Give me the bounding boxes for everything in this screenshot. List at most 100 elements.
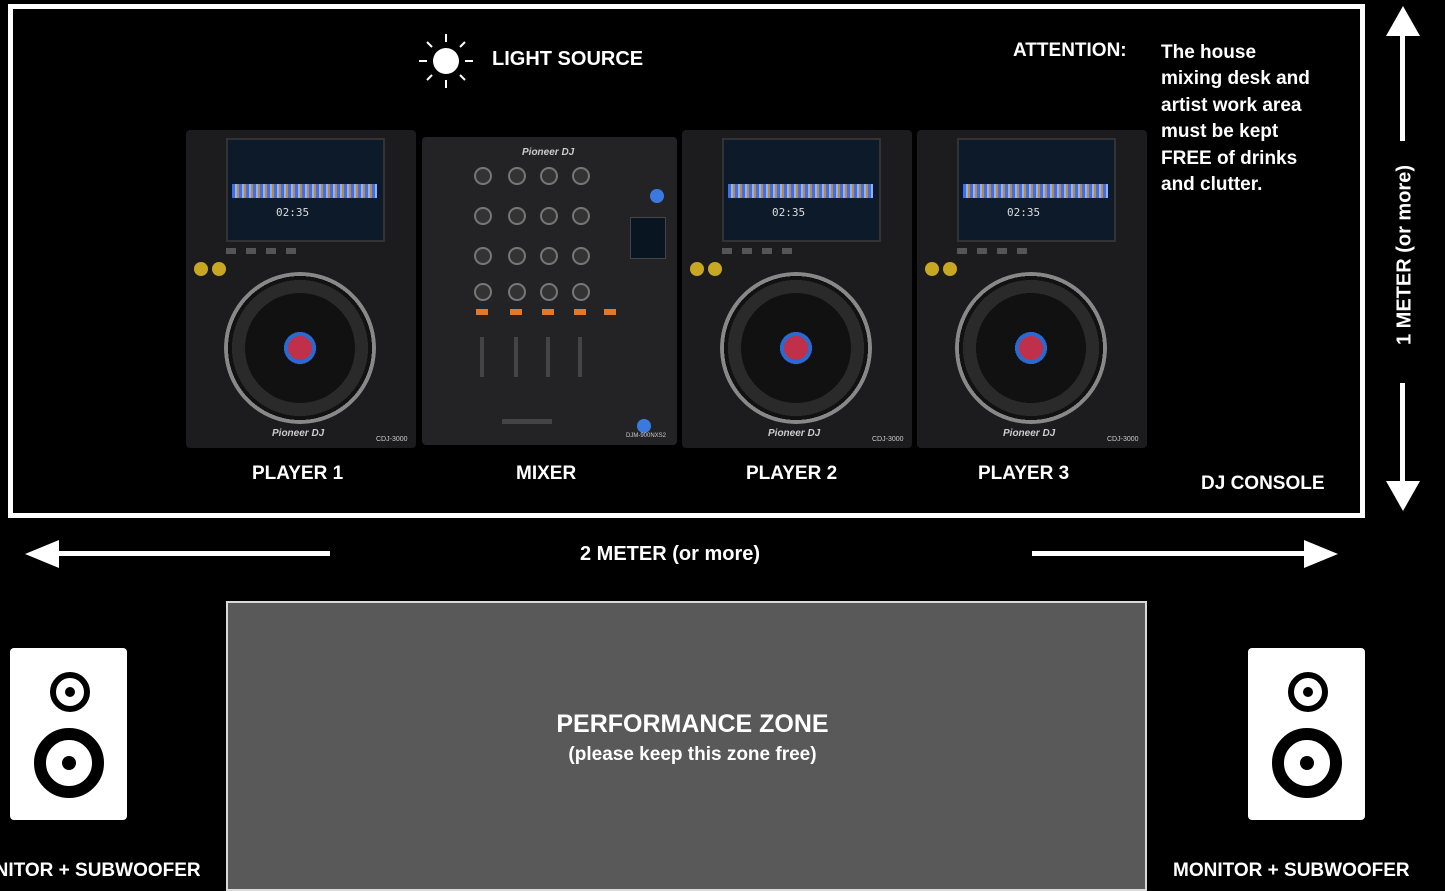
right-speaker-icon (1248, 648, 1365, 820)
attention-line: must be kept (1161, 121, 1279, 143)
mixer-screen (630, 217, 666, 259)
hot-cue-button (1017, 248, 1027, 254)
player-2-device: 02:35 Pioneer DJ CDJ-3000 (682, 130, 912, 448)
sun-icon (419, 34, 473, 88)
model-label: CDJ-3000 (376, 436, 408, 443)
tweeter (50, 672, 90, 712)
left-speaker-icon (10, 648, 127, 820)
knob (572, 283, 590, 301)
woofer (1272, 728, 1342, 798)
attention-line: mixing desk and (1161, 68, 1310, 90)
knob (540, 167, 558, 185)
knob (508, 247, 526, 265)
jog-wheel (955, 272, 1107, 424)
waveform (728, 184, 873, 198)
knob (925, 262, 939, 276)
hot-cue-button (957, 248, 967, 254)
knob (212, 262, 226, 276)
knob (194, 262, 208, 276)
light-source-label: LIGHT SOURCE (492, 48, 644, 70)
right-arrow-icon (1032, 540, 1338, 568)
player-3-label: PLAYER 3 (978, 463, 1070, 484)
brand-logo: Pioneer DJ (1003, 428, 1056, 439)
hot-cue-button (266, 248, 276, 254)
cue-button (542, 309, 554, 315)
player-3-device: 02:35 Pioneer DJ CDJ-3000 (917, 130, 1147, 448)
knob (508, 167, 526, 185)
knob (540, 247, 558, 265)
attention-note: The house mixing desk and artist work ar… (1161, 40, 1310, 198)
attention-line: and clutter. (1161, 174, 1263, 196)
performance-zone-subtitle: (please keep this zone free) (568, 744, 817, 765)
player-1-device: 02:35 Pioneer DJ CDJ-3000 (186, 130, 416, 448)
player-1-label: PLAYER 1 (252, 463, 344, 484)
knob (474, 167, 492, 185)
player-screen: 02:35 (226, 138, 385, 242)
attention-heading: ATTENTION: (1013, 40, 1127, 61)
knob (474, 207, 492, 225)
model-label: CDJ-3000 (1107, 436, 1139, 443)
hot-cue-button (977, 248, 987, 254)
mixer-label: MIXER (516, 463, 577, 484)
knob (637, 419, 651, 433)
player-screen: 02:35 (957, 138, 1116, 242)
attention-line: The house (1161, 42, 1257, 63)
player-screen: 02:35 (722, 138, 881, 242)
time-display: 02:35 (772, 206, 806, 219)
brand-logo: Pioneer DJ (522, 147, 575, 158)
woofer (34, 728, 104, 798)
knob (474, 283, 492, 301)
hot-cue-button (742, 248, 752, 254)
hot-cue-button (762, 248, 772, 254)
model-label: DJM-900NXS2 (626, 433, 667, 439)
cue-button (604, 309, 616, 315)
channel-fader (514, 337, 518, 377)
hot-cue-button (246, 248, 256, 254)
cue-button (574, 309, 586, 315)
time-display: 02:35 (1007, 206, 1041, 219)
waveform (232, 184, 377, 198)
hot-cue-button (286, 248, 296, 254)
model-label: CDJ-3000 (872, 436, 904, 443)
channel-fader (578, 337, 582, 377)
tweeter (1288, 672, 1328, 712)
knob (650, 189, 664, 203)
time-display: 02:35 (276, 206, 310, 219)
knob (943, 262, 957, 276)
knob (474, 247, 492, 265)
brand-logo: Pioneer DJ (272, 428, 325, 439)
knob (572, 247, 590, 265)
performance-zone-title: PERFORMANCE ZONE (556, 710, 829, 738)
dj-console-label: DJ CONSOLE (1201, 473, 1325, 494)
waveform (963, 184, 1108, 198)
hot-cue-button (997, 248, 1007, 254)
channel-fader (480, 337, 484, 377)
channel-fader (546, 337, 550, 377)
right-monitor-label: MONITOR + SUBWOOFER (1173, 860, 1410, 881)
knob (508, 283, 526, 301)
knob (708, 262, 722, 276)
mixer-device: Pioneer DJ DJM-900NXS2 (422, 137, 677, 445)
horizontal-dimension-label: 2 METER (or more) (580, 543, 761, 565)
hot-cue-button (722, 248, 732, 254)
crossfader (502, 419, 552, 424)
jog-wheel (224, 272, 376, 424)
vertical-dimension-label: 1 METER (or more) (1393, 164, 1416, 346)
cue-button (476, 309, 488, 315)
knob (508, 207, 526, 225)
knob (690, 262, 704, 276)
left-monitor-label: MONITOR + SUBWOOFER (0, 860, 201, 881)
knob (572, 207, 590, 225)
jog-wheel (720, 272, 872, 424)
left-arrow-icon (25, 540, 330, 568)
hot-cue-button (782, 248, 792, 254)
cue-button (510, 309, 522, 315)
attention-line: FREE of drinks (1161, 147, 1298, 169)
knob (540, 283, 558, 301)
attention-line: artist work area (1161, 94, 1302, 116)
knob (572, 167, 590, 185)
brand-logo: Pioneer DJ (768, 428, 821, 439)
hot-cue-button (226, 248, 236, 254)
player-2-label: PLAYER 2 (746, 463, 838, 484)
knob (540, 207, 558, 225)
